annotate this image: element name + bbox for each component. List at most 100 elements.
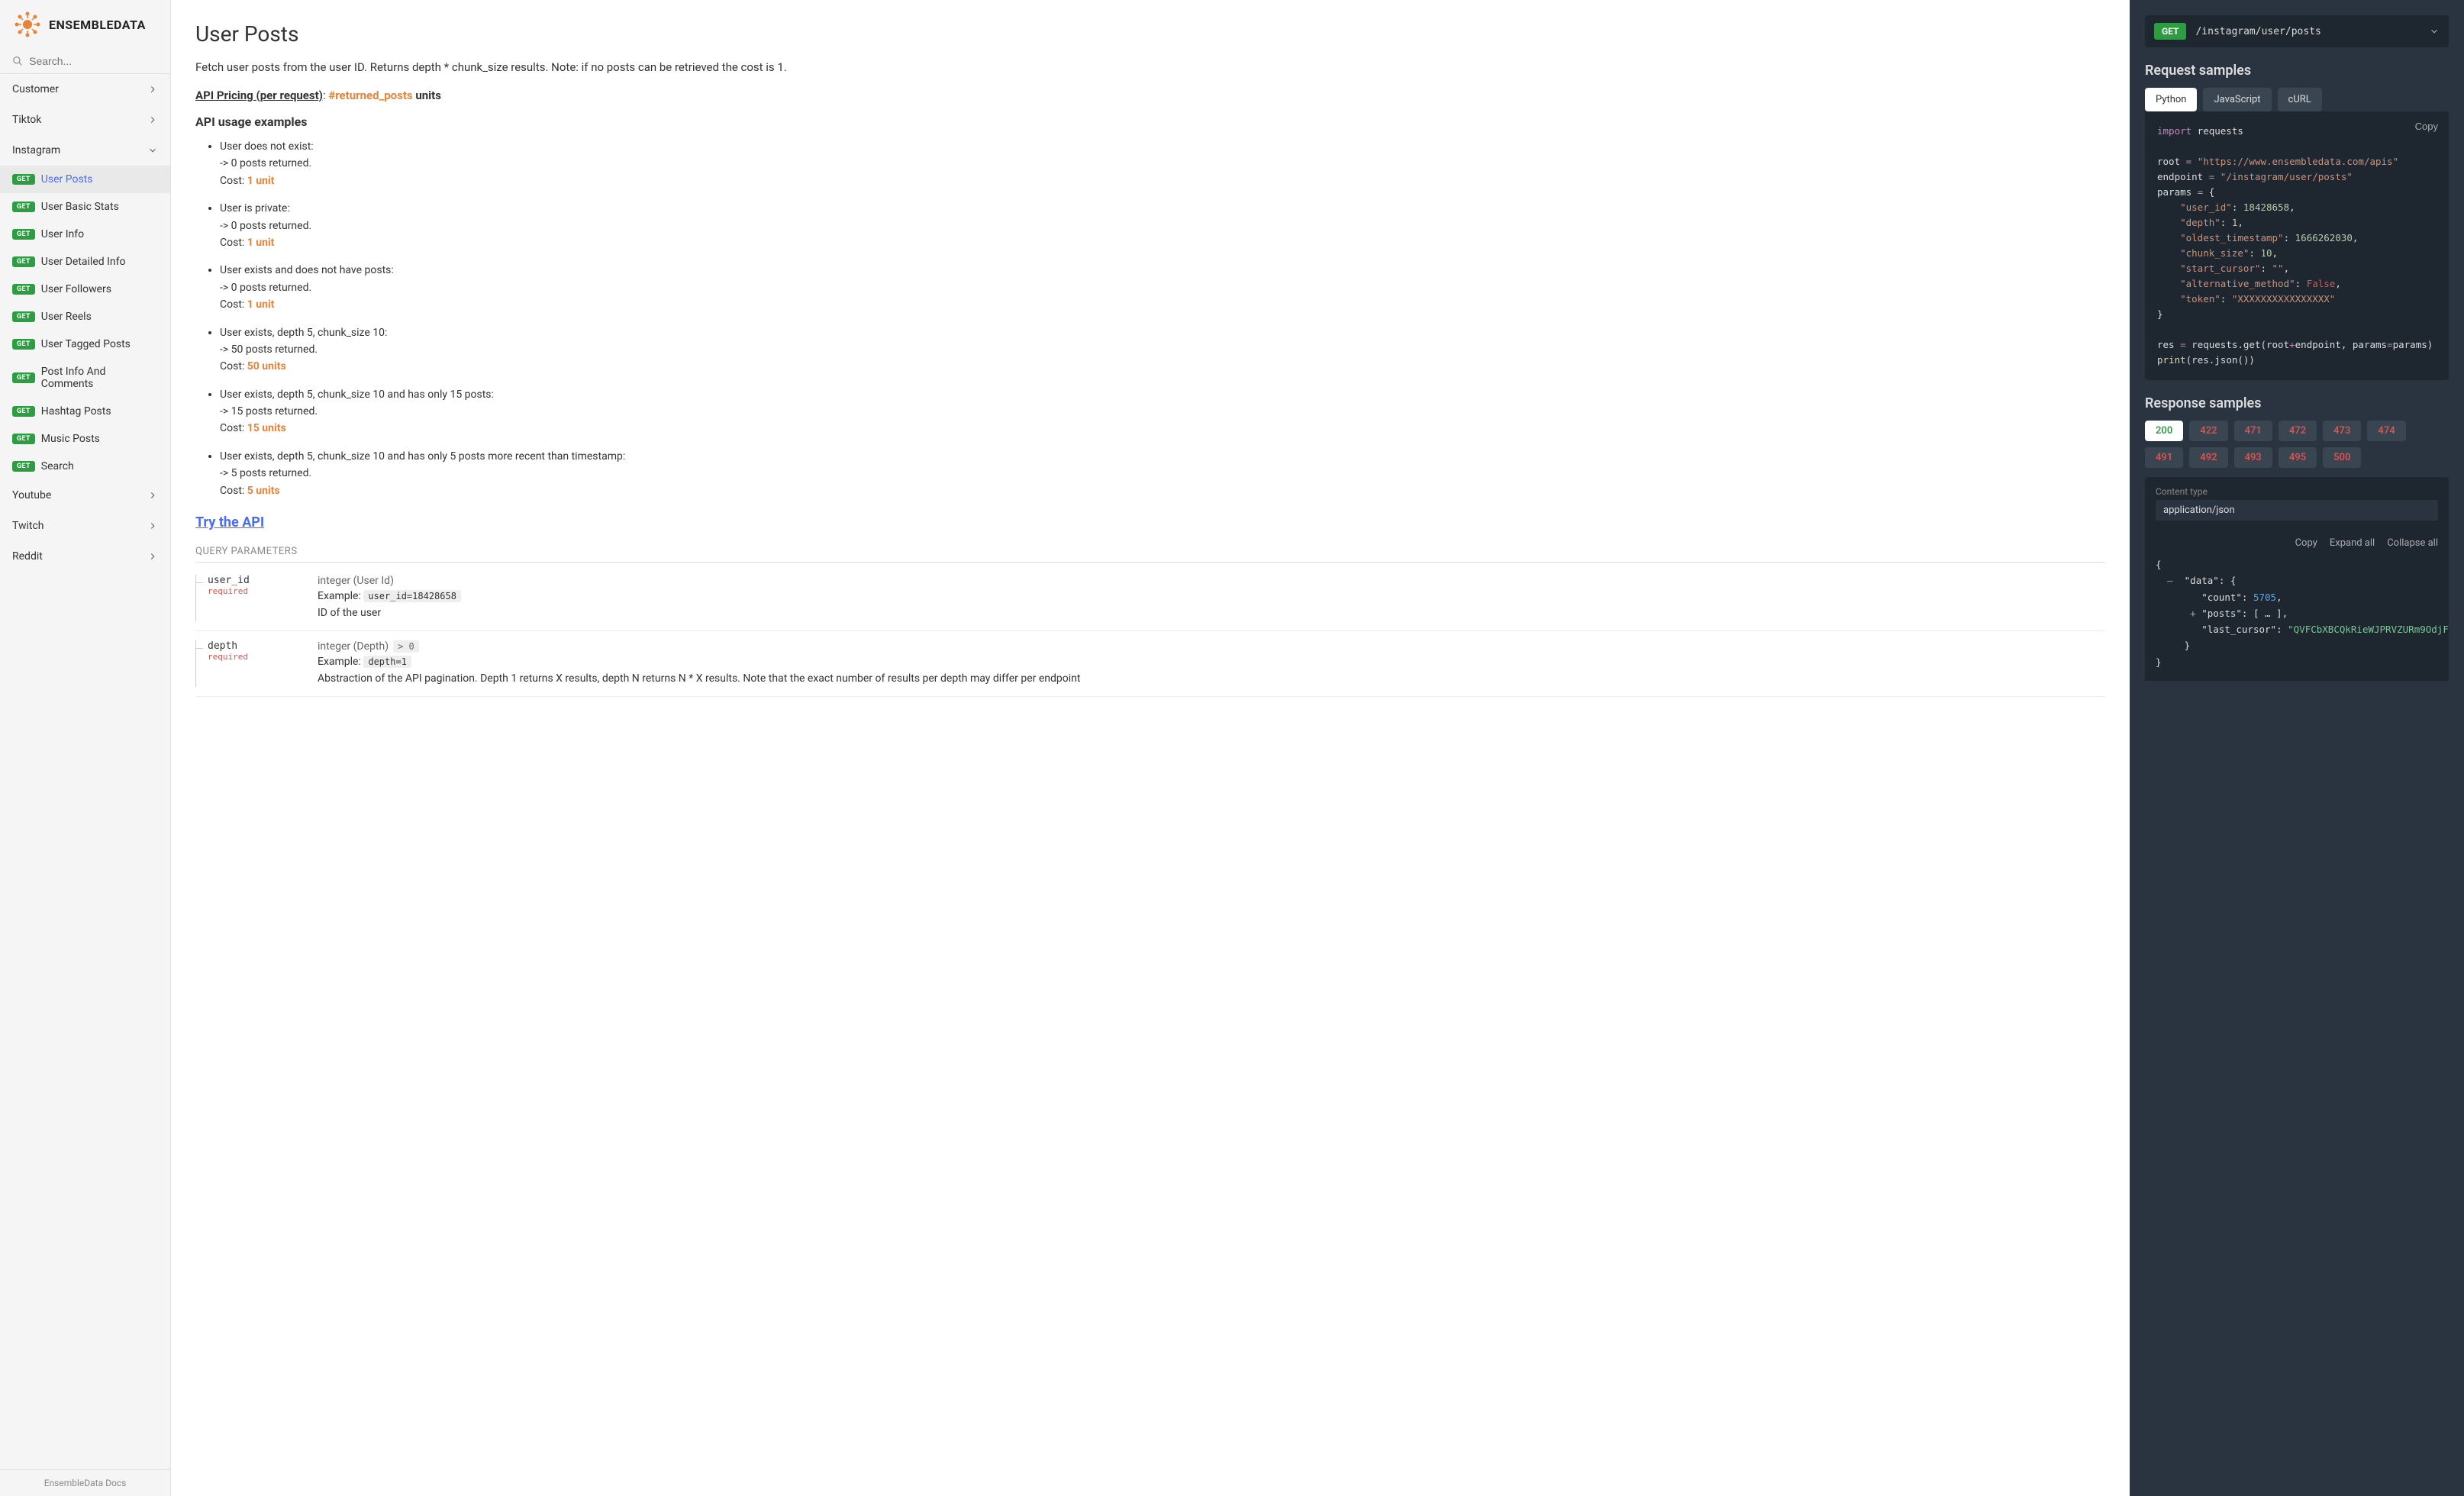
method-badge: GET <box>12 434 35 444</box>
sidebar-item-user-reels[interactable]: GETUser Reels <box>0 303 170 330</box>
sidebar-item-user-detailed-info[interactable]: GETUser Detailed Info <box>0 248 170 276</box>
status-tab-492[interactable]: 492 <box>2189 447 2227 468</box>
status-tab-200[interactable]: 200 <box>2145 421 2183 441</box>
method-badge: GET <box>12 174 35 185</box>
status-tab-491[interactable]: 491 <box>2145 447 2183 468</box>
status-tab-472[interactable]: 472 <box>2279 421 2317 441</box>
examples-list: User does not exist:-> 0 posts returned.… <box>195 138 2105 499</box>
copy-json-button[interactable]: Copy <box>2295 537 2317 549</box>
sidebar-item-hashtag-posts[interactable]: GET Hashtag Posts <box>0 398 170 425</box>
collapse-all-button[interactable]: Collapse all <box>2387 537 2438 549</box>
sidebar-item-label: User Info <box>41 228 84 240</box>
collapse-toggle[interactable]: – <box>2167 575 2173 586</box>
sidebar-item-label: Music Posts <box>41 433 100 445</box>
nav-group-reddit[interactable]: Reddit <box>0 541 170 572</box>
usage-example: User is private:-> 0 posts returned.Cost… <box>220 200 2105 251</box>
nav-group-tiktok[interactable]: Tiktok <box>0 105 170 135</box>
usage-heading: API usage examples <box>195 114 2105 129</box>
sidebar-item-post-info-and-comments[interactable]: GET Post Info And Comments <box>0 358 170 398</box>
expand-all-button[interactable]: Expand all <box>2330 537 2375 549</box>
param-description: ID of the user <box>318 605 2105 621</box>
usage-example: User exists, depth 5, chunk_size 10:-> 5… <box>220 324 2105 376</box>
param-constraint: > 0 <box>393 640 419 653</box>
method-badge: GET <box>12 202 35 212</box>
pricing-line: API Pricing (per request): #returned_pos… <box>195 87 2105 105</box>
sidebar-item-label: User Basic Stats <box>41 201 119 213</box>
method-badge: GET <box>12 256 35 267</box>
search-bar[interactable] <box>0 49 170 74</box>
nav-group-instagram[interactable]: Instagram <box>0 135 170 166</box>
param-type: integer (User Id) <box>318 575 2105 587</box>
sidebar-item-search[interactable]: GETSearch <box>0 453 170 480</box>
code-panel: GET /instagram/user/posts Request sample… <box>2130 0 2464 1496</box>
code-sample: Copyimport requests root = "https://www.… <box>2145 111 2449 380</box>
tab-python[interactable]: Python <box>2145 88 2197 111</box>
chevron-right-icon <box>147 521 158 531</box>
sidebar-item-user-basic-stats[interactable]: GET User Basic Stats <box>0 193 170 221</box>
nav-group-twitch[interactable]: Twitch <box>0 511 170 541</box>
param-type: integer (Depth)> 0 <box>318 640 2105 653</box>
status-code-tabs: 200 422 471 472 473 474 491 492 493 495 500 <box>2145 421 2449 468</box>
chevron-right-icon <box>147 114 158 125</box>
status-tab-500[interactable]: 500 <box>2323 447 2361 468</box>
status-tab-493[interactable]: 493 <box>2234 447 2272 468</box>
tab-javascript[interactable]: JavaScript <box>2203 88 2271 111</box>
json-response: { – "data": { "count": 5705, + "posts": … <box>2145 556 2449 681</box>
status-tab-474[interactable]: 474 <box>2367 421 2405 441</box>
status-tab-422[interactable]: 422 <box>2189 421 2227 441</box>
chevron-right-icon <box>147 84 158 95</box>
endpoint-path: /instagram/user/posts <box>2195 26 2420 37</box>
param-required: required <box>208 586 302 596</box>
method-badge: GET <box>12 372 35 383</box>
param-example: Example: depth=1 <box>318 656 2105 668</box>
search-input[interactable] <box>29 55 158 67</box>
usage-example: User exists and does not have posts:-> 0… <box>220 262 2105 313</box>
chevron-down-icon <box>147 145 158 156</box>
param-name: depth <box>208 640 302 652</box>
nav-group-youtube[interactable]: Youtube <box>0 480 170 511</box>
brand-text: ENSEMBLEDATA <box>49 18 146 32</box>
content-type-value: application/json <box>2156 500 2438 521</box>
sidebar-item-label: User Tagged Posts <box>41 338 131 350</box>
page-description: Fetch user posts from the user ID. Retur… <box>195 59 2105 76</box>
request-samples-heading: Request samples <box>2145 63 2449 79</box>
nav-group-customer[interactable]: Customer <box>0 74 170 105</box>
sidebar-item-label: User Followers <box>41 283 111 295</box>
logo-icon <box>12 9 43 40</box>
copy-button[interactable]: Copy <box>2415 119 2438 135</box>
usage-example: User does not exist:-> 0 posts returned.… <box>220 138 2105 189</box>
json-controls: Copy Expand all Collapse all <box>2145 530 2449 556</box>
method-badge: GET <box>12 406 35 417</box>
status-tab-471[interactable]: 471 <box>2234 421 2272 441</box>
param-example: Example: user_id=18428658 <box>318 590 2105 602</box>
endpoint-bar[interactable]: GET /instagram/user/posts <box>2145 15 2449 47</box>
content-type-label: Content type <box>2156 486 2438 497</box>
language-tabs: Python JavaScript cURL <box>2145 88 2449 111</box>
try-api-link[interactable]: Try the API <box>195 514 264 530</box>
sidebar-item-user-posts[interactable]: GETUser Posts <box>0 166 170 193</box>
search-icon <box>12 55 23 67</box>
sidebar-item-music-posts[interactable]: GET Music Posts <box>0 425 170 453</box>
param-row-user_id: user_idrequired integer (User Id) Example:… <box>195 566 2105 631</box>
sidebar-item-user-followers[interactable]: GETUser Followers <box>0 276 170 303</box>
footer-text: EnsembleData Docs <box>0 1469 170 1496</box>
sidebar-item-label: Post Info And Comments <box>41 366 158 390</box>
tab-curl[interactable]: cURL <box>2278 88 2322 111</box>
main-content: User Posts Fetch user posts from the use… <box>171 0 2130 1496</box>
sidebar-item-user-info[interactable]: GET User Info <box>0 221 170 248</box>
param-row-depth: depthrequiredinteger (Depth)> 0Example: … <box>195 631 2105 697</box>
chevron-right-icon <box>147 490 158 501</box>
sidebar: ENSEMBLEDATA Customer Tiktok Instagram G… <box>0 0 171 1496</box>
logo[interactable]: ENSEMBLEDATA <box>0 0 170 49</box>
sidebar-item-label: Search <box>41 460 74 472</box>
endpoint-method: GET <box>2154 23 2186 40</box>
status-tab-473[interactable]: 473 <box>2323 421 2361 441</box>
query-params-heading: QUERY PARAMETERS <box>195 546 2105 563</box>
status-tab-495[interactable]: 495 <box>2279 447 2317 468</box>
sidebar-item-label: Hashtag Posts <box>41 405 111 418</box>
page-title: User Posts <box>195 21 2105 47</box>
param-name: user_id <box>208 575 302 586</box>
expand-toggle[interactable]: + <box>2190 608 2196 619</box>
method-badge: GET <box>12 229 35 240</box>
sidebar-item-user-tagged-posts[interactable]: GETUser Tagged Posts <box>0 330 170 358</box>
